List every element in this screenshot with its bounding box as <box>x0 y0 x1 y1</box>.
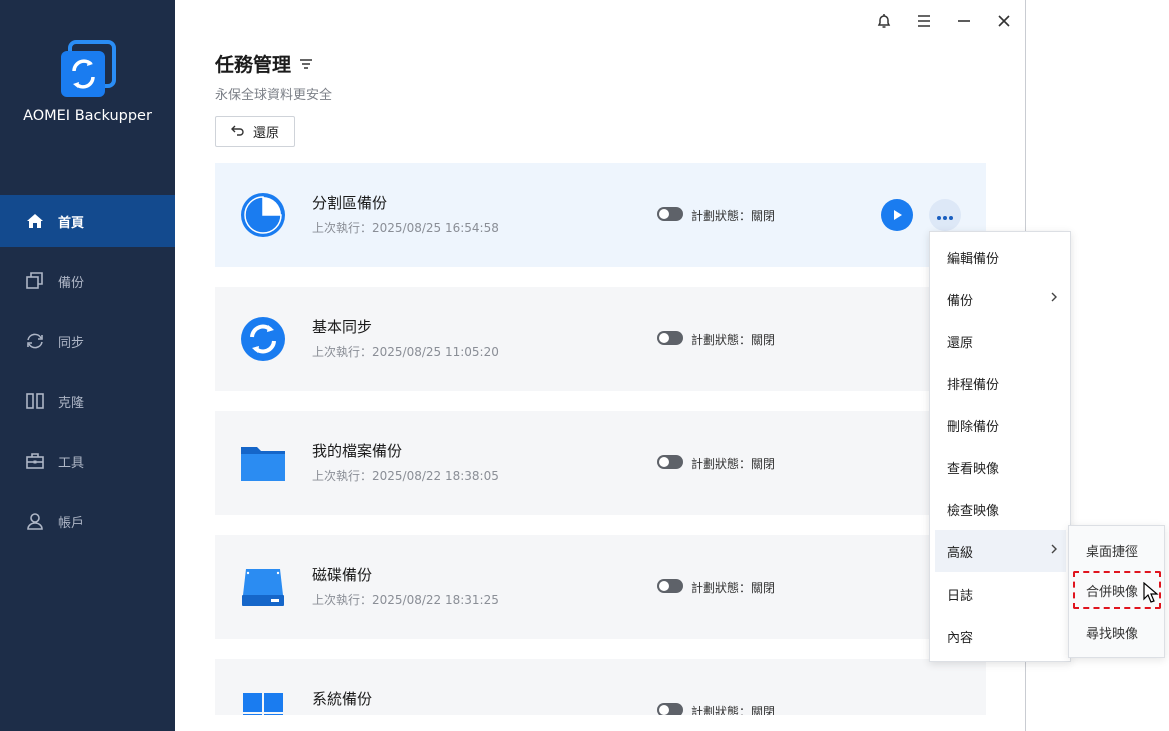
submenu-item-find-image[interactable]: 尋找映像 <box>1073 613 1161 651</box>
page-title-text: 任務管理 <box>215 54 292 76</box>
menu-item-label: 還原 <box>947 335 974 351</box>
menu-item-label: 刪除備份 <box>947 419 1000 435</box>
restore-label: 還原 <box>252 126 279 141</box>
schedule-toggle[interactable] <box>657 579 683 593</box>
sync-icon <box>25 331 45 351</box>
menu-item-label: 排程備份 <box>947 377 1000 393</box>
clone-icon <box>25 391 45 411</box>
submenu-item-label: 尋找映像 <box>1086 626 1139 642</box>
task-card[interactable]: 基本同步 上次執行：2025/08/25 11:05:20 計劃狀態：關閉 <box>215 287 986 391</box>
task-name: 系統備份 <box>312 690 373 708</box>
folder-icon <box>239 439 287 487</box>
filter-icon[interactable] <box>299 58 313 70</box>
more-icon <box>936 206 954 225</box>
run-button[interactable] <box>881 199 913 231</box>
minimize-icon[interactable] <box>952 10 976 32</box>
mouse-cursor-icon <box>1143 581 1159 604</box>
sync-task-icon <box>239 315 287 363</box>
sidebar-item-label: 帳戶 <box>58 515 85 531</box>
menu-item-properties[interactable]: 內容 <box>935 615 1066 657</box>
schedule-toggle[interactable] <box>657 455 683 469</box>
bell-icon[interactable] <box>872 10 896 32</box>
sidebar-item-account[interactable]: 帳戶 <box>0 495 175 547</box>
menu-item-restore[interactable]: 還原 <box>935 320 1066 362</box>
task-last-run: 上次執行：2025/08/22 18:38:05 <box>312 469 499 483</box>
task-name: 分割區備份 <box>312 194 388 212</box>
submenu-item-label: 桌面捷徑 <box>1086 544 1139 560</box>
schedule-status: 計劃狀態：關閉 <box>691 457 776 471</box>
task-card[interactable]: 我的檔案備份 上次執行：2025/08/22 18:38:05 計劃狀態：關閉 <box>215 411 986 515</box>
menu-item-log[interactable]: 日誌 <box>935 573 1066 615</box>
schedule-status: 計劃狀態：關閉 <box>691 581 776 595</box>
menu-item-schedule[interactable]: 排程備份 <box>935 362 1066 404</box>
tools-icon <box>25 451 45 471</box>
schedule-status: 計劃狀態：關閉 <box>691 333 776 347</box>
app-name: AOMEI Backupper <box>23 108 152 124</box>
partition-backup-icon <box>239 191 287 239</box>
menu-item-label: 檢查映像 <box>947 503 1000 519</box>
sidebar-item-label: 工具 <box>58 455 85 471</box>
chevron-right-icon <box>1050 291 1058 307</box>
more-options-button[interactable] <box>929 199 961 231</box>
sidebar-item-label: 同步 <box>58 335 85 351</box>
menu-item-label: 編輯備份 <box>947 251 1000 267</box>
sidebar-item-tools[interactable]: 工具 <box>0 435 175 487</box>
schedule-toggle[interactable] <box>657 703 683 715</box>
task-card[interactable]: 系統備份 計劃狀態：關閉 <box>215 659 986 715</box>
page-subtitle: 永保全球資料更安全 <box>215 88 333 103</box>
app-logo <box>60 40 116 98</box>
chevron-right-icon <box>1050 543 1058 559</box>
menu-item-delete[interactable]: 刪除備份 <box>935 404 1066 446</box>
menu-item-view-image[interactable]: 查看映像 <box>935 446 1066 488</box>
sidebar-item-sync[interactable]: 同步 <box>0 315 175 367</box>
main-panel: 任務管理 永保全球資料更安全 還原 分割區備份 上次執行：2025/08/25 … <box>175 0 1025 731</box>
account-icon <box>25 511 45 531</box>
backup-icon <box>25 271 45 291</box>
sidebar-item-home[interactable]: 首頁 <box>0 195 175 247</box>
submenu-item-label: 合併映像 <box>1086 584 1139 600</box>
task-card[interactable]: 磁碟備份 上次執行：2025/08/22 18:31:25 計劃狀態：關閉 <box>215 535 986 639</box>
task-name: 我的檔案備份 <box>312 442 403 460</box>
menu-item-advanced[interactable]: 高級 <box>935 530 1066 572</box>
context-menu: 編輯備份 備份 還原 排程備份 刪除備份 查看映像 檢查映像 高級 日誌 內容 <box>929 231 1071 662</box>
home-icon <box>25 211 45 231</box>
restore-button[interactable]: 還原 <box>215 116 295 147</box>
app-window: AOMEI Backupper 首頁 備份 同步 克隆 工具 帳戶 任務管理 永… <box>0 0 1026 731</box>
undo-icon <box>230 124 245 140</box>
menu-item-backup[interactable]: 備份 <box>935 278 1066 320</box>
task-last-run: 上次執行：2025/08/22 18:31:25 <box>312 593 499 607</box>
menu-item-check-image[interactable]: 檢查映像 <box>935 488 1066 530</box>
menu-item-label: 日誌 <box>947 588 974 604</box>
task-name: 基本同步 <box>312 318 373 336</box>
menu-item-label: 高級 <box>947 545 974 561</box>
schedule-status: 計劃狀態：關閉 <box>691 209 776 223</box>
schedule-status: 計劃狀態：關閉 <box>691 705 776 715</box>
close-icon[interactable] <box>992 10 1016 32</box>
menu-item-edit-backup[interactable]: 編輯備份 <box>935 236 1066 278</box>
schedule-toggle[interactable] <box>657 207 683 221</box>
menu-item-label: 備份 <box>947 293 974 309</box>
menu-icon[interactable] <box>912 10 936 32</box>
task-name: 磁碟備份 <box>312 566 373 584</box>
sidebar-item-clone[interactable]: 克隆 <box>0 375 175 427</box>
schedule-toggle[interactable] <box>657 331 683 345</box>
task-last-run: 上次執行：2025/08/25 16:54:58 <box>312 221 499 235</box>
sidebar-item-label: 備份 <box>58 275 85 291</box>
disk-icon <box>239 563 287 611</box>
page-title: 任務管理 <box>215 50 313 77</box>
submenu-item-desktop-shortcut[interactable]: 桌面捷徑 <box>1073 531 1161 569</box>
menu-item-label: 內容 <box>947 630 974 646</box>
sidebar: AOMEI Backupper 首頁 備份 同步 克隆 工具 帳戶 <box>0 0 175 731</box>
sidebar-item-backup[interactable]: 備份 <box>0 255 175 307</box>
sidebar-item-label: 克隆 <box>58 395 85 411</box>
task-card[interactable]: 分割區備份 上次執行：2025/08/25 16:54:58 計劃狀態：關閉 <box>215 163 986 267</box>
task-list: 分割區備份 上次執行：2025/08/25 16:54:58 計劃狀態：關閉 基… <box>215 163 986 715</box>
windows-icon <box>239 687 287 715</box>
menu-item-label: 查看映像 <box>947 461 1000 477</box>
play-icon <box>891 206 903 225</box>
task-last-run: 上次執行：2025/08/25 11:05:20 <box>312 345 499 359</box>
sidebar-item-label: 首頁 <box>58 215 85 231</box>
